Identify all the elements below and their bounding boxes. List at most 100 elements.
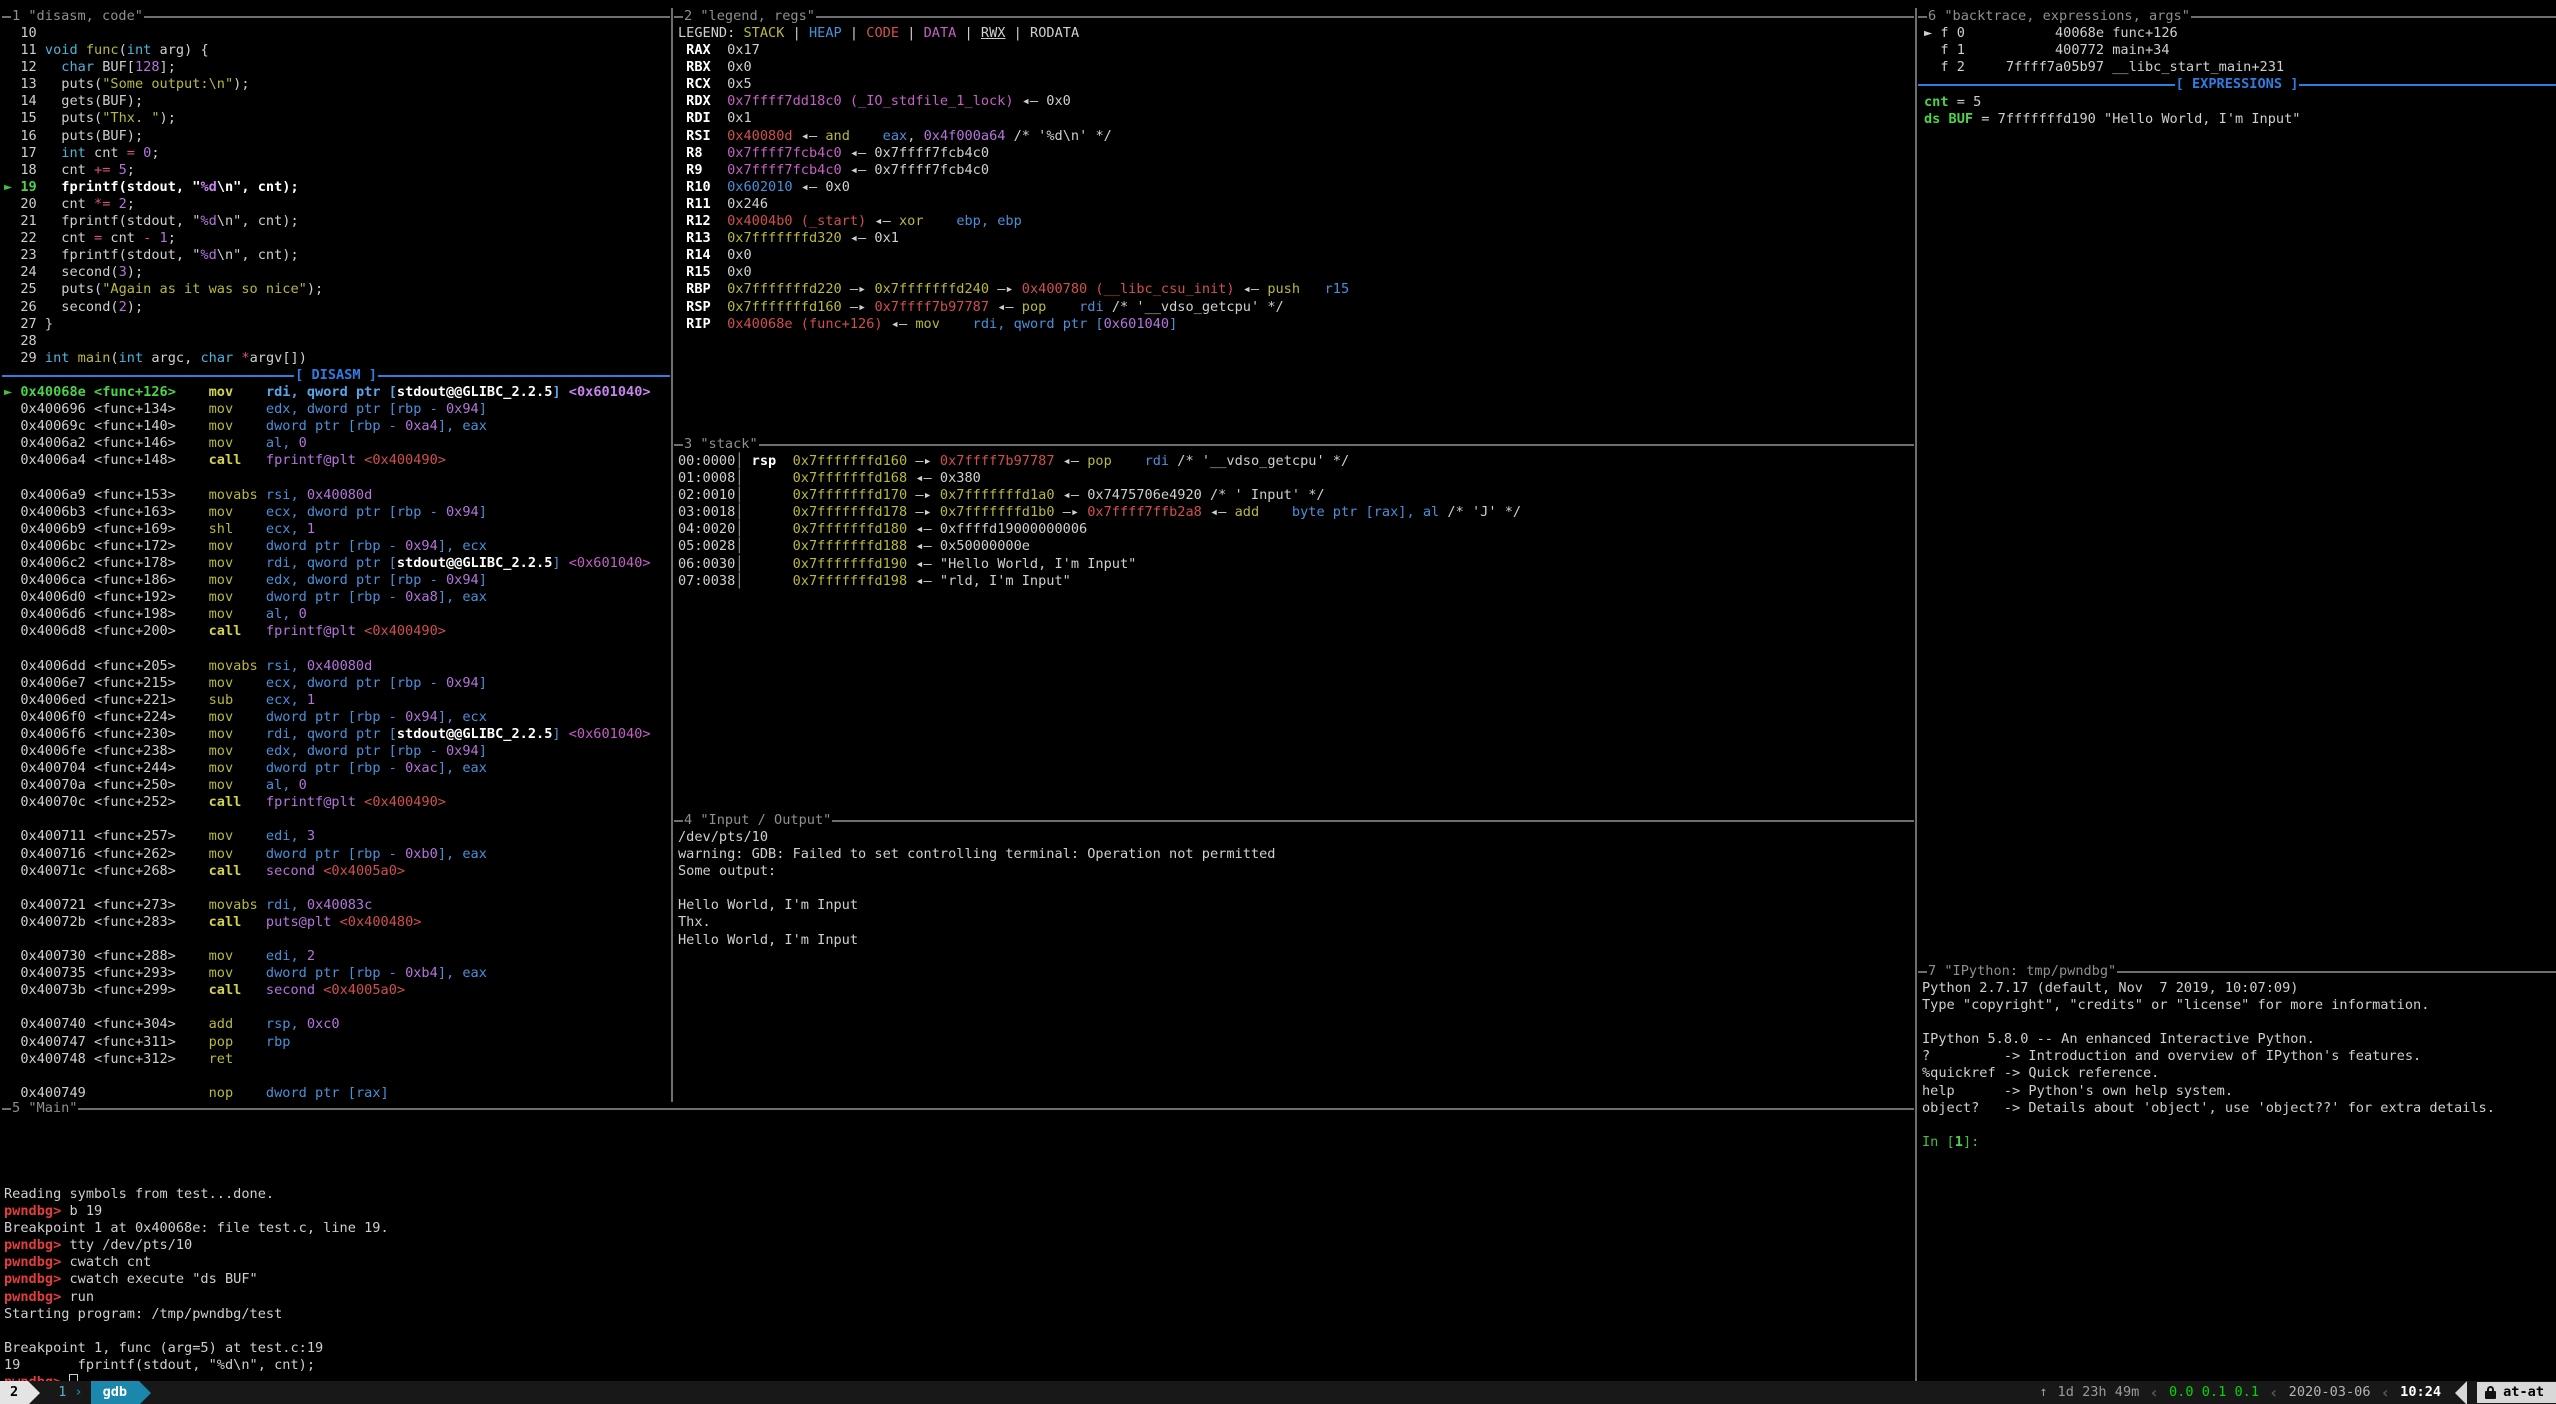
powerline-arrow-icon (2455, 1381, 2467, 1404)
terminal-row: 13 puts("Some output:\n"); (4, 76, 323, 93)
pane-disasm-code[interactable]: 1 "disasm, code" 10 11 void func(int arg… (0, 0, 672, 1100)
terminal-row: pwndbg> cwatch cnt (4, 1254, 389, 1271)
terminal-row: 0x4006d6 <func+198> mov al, 0 (4, 606, 651, 623)
terminal-row: R14 0x0 (678, 247, 1349, 264)
border-stub (1918, 16, 1927, 18)
separator-label: [ DISASM ] (294, 367, 378, 384)
separator-chevron-icon: ‹ (2381, 1384, 2391, 1401)
border-rule (144, 16, 670, 18)
terminal-row: LEGEND: STACK | HEAP | CODE | DATA | RWX… (678, 25, 1349, 42)
terminal-row: 0x400711 <func+257> mov edi, 3 (4, 828, 651, 845)
separator-rule (2299, 84, 2556, 86)
terminal-row: R12 0x4004b0 (_start) ◂— xor ebp, ebp (678, 213, 1349, 230)
terminal-row: ► 0x40068e <func+126> mov rdi, qword ptr… (4, 384, 651, 401)
pane-ipython[interactable]: 7 "IPython: tmp/pwndbg" Python 2.7.17 (d… (1916, 963, 2556, 1381)
border-rule (78, 1108, 1914, 1110)
pane-header-main: 5 "Main" (2, 1100, 1914, 1117)
terminal-row: RIP 0x40068e (func+126) ◂— mov rdi, qwor… (678, 316, 1349, 333)
pane-header-stack: 3 "stack" (674, 436, 1914, 453)
separator-rule (2, 375, 294, 377)
separator-expressions: [ EXPRESSIONS ] (1918, 76, 2556, 93)
powerline-arrow-icon (28, 1381, 40, 1404)
terminal-row: Some output: (678, 863, 1275, 880)
terminal-row: 16 puts(BUF); (4, 128, 323, 145)
pane-divider-right[interactable] (1915, 8, 1917, 1381)
terminal-row: 0x40070a <func+250> mov al, 0 (4, 777, 651, 794)
border-stub (674, 444, 683, 446)
terminal-row: 05:0028│ 0x7fffffffd188 ◂— 0x50000000e (678, 538, 1521, 555)
terminal-row (1922, 1117, 2495, 1134)
io-listing: /dev/pts/10warning: GDB: Failed to set c… (678, 829, 1275, 949)
terminal-row: ? -> Introduction and overview of IPytho… (1922, 1048, 2495, 1065)
pane-legend-regs[interactable]: 2 "legend, regs" LEGEND: STACK | HEAP | … (672, 0, 1916, 436)
terminal-row: 0x400735 <func+293> mov dword ptr [rbp -… (4, 965, 651, 982)
terminal-row: f 2 7ffff7a05b97 __libc_start_main+231 (1924, 59, 2284, 76)
terminal-row: R10 0x602010 ◂— 0x0 (678, 179, 1349, 196)
terminal-row: 0x4006d0 <func+192> mov dword ptr [rbp -… (4, 589, 651, 606)
terminal-row: Breakpoint 1, func (arg=5) at test.c:19 (4, 1340, 389, 1357)
terminal-row: f 1 400772 main+34 (1924, 42, 2284, 59)
session-badge[interactable]: 2 (0, 1381, 28, 1404)
terminal-row: R15 0x0 (678, 264, 1349, 281)
terminal-row: 11 void func(int arg) { (4, 42, 323, 59)
terminal-row: RBP 0x7fffffffd220 —▸ 0x7fffffffd240 —▸ … (678, 281, 1349, 298)
status-left: 2 1 › gdb (0, 1381, 2039, 1404)
terminal-row: 23 fprintf(stdout, "%d\n", cnt); (4, 247, 323, 264)
terminal-row: pwndbg> b 19 (4, 1203, 389, 1220)
terminal-row: 0x4006a9 <func+153> movabs rsi, 0x40080d (4, 487, 651, 504)
border-rule (2117, 971, 2556, 973)
window-index[interactable]: 1 (50, 1381, 74, 1404)
powerline-arrow-icon (139, 1381, 151, 1404)
terminal-row: 26 second(2); (4, 299, 323, 316)
terminal-row: R11 0x246 (678, 196, 1349, 213)
border-rule (816, 16, 1914, 18)
pane-input-output[interactable]: 4 "Input / Output" /dev/pts/10warning: G… (672, 812, 1916, 1100)
terminal-row: 27 } (4, 316, 323, 333)
status-right: ↑ 1d 23h 49m ‹ 0.0 0.1 0.1 ‹ 2020-03-06 … (2039, 1381, 2556, 1404)
registers-listing: LEGEND: STACK | HEAP | CODE | DATA | RWX… (678, 25, 1349, 333)
separator-rule (378, 375, 670, 377)
window-tab-gdb[interactable]: gdb (91, 1381, 140, 1404)
backtrace-listing: ► f 0 40068e func+126 f 1 400772 main+34… (1924, 25, 2284, 76)
terminal-row: 0x4006fe <func+238> mov edx, dword ptr [… (4, 743, 651, 760)
separator-disasm: [ DISASM ] (2, 367, 670, 384)
terminal-row: 0x40072b <func+283> call puts@plt <0x400… (4, 914, 651, 931)
terminal-row: 25 puts("Again as it was so nice"); (4, 281, 323, 298)
terminal-row: 0x4006e7 <func+215> mov ecx, dword ptr [… (4, 675, 651, 692)
terminal-row: RCX 0x5 (678, 76, 1349, 93)
terminal-row (4, 1323, 389, 1340)
terminal-row: RSI 0x40080d ◂— and eax, 0x4f000a64 /* '… (678, 128, 1349, 145)
tmux-status-bar: 2 1 › gdb ↑ 1d 23h 49m ‹ 0.0 0.1 0.1 ‹ 2… (0, 1381, 2556, 1404)
stack-listing: 00:0000│ rsp 0x7fffffffd160 —▸ 0x7ffff7b… (678, 453, 1521, 590)
terminal-row: 00:0000│ rsp 0x7fffffffd160 —▸ 0x7ffff7b… (678, 453, 1521, 470)
terminal-row: 0x400748 <func+312> ret (4, 1051, 651, 1068)
terminal-row: Python 2.7.17 (default, Nov 7 2019, 10:0… (1922, 980, 2495, 997)
terminal-row: 0x40070c <func+252> call fprintf@plt <0x… (4, 794, 651, 811)
terminal-row: 0x4006c2 <func+178> mov rdi, qword ptr [… (4, 555, 651, 572)
terminal-row: R13 0x7fffffffd320 ◂— 0x1 (678, 230, 1349, 247)
terminal-row: RDX 0x7ffff7dd18c0 (_IO_stdfile_1_lock) … (678, 93, 1349, 110)
terminal-row: %quickref -> Quick reference. (1922, 1065, 2495, 1082)
pane-header-label: 5 "Main" (11, 1100, 78, 1117)
terminal-row (4, 931, 651, 948)
pane-header-disasm-code: 1 "disasm, code" (2, 8, 670, 25)
pane-header-label: 7 "IPython: tmp/pwndbg" (1927, 963, 2117, 980)
terminal-row: 24 second(3); (4, 264, 323, 281)
pane-backtrace[interactable]: 6 "backtrace, expressions, args" ► f 0 4… (1916, 0, 2556, 963)
pane-header-legend-regs: 2 "legend, regs" (674, 8, 1914, 25)
terminal-row: 18 cnt += 5; (4, 162, 323, 179)
lock-icon (2485, 1386, 2496, 1399)
pane-main[interactable]: 5 "Main" Reading symbols from test...don… (0, 1100, 1916, 1381)
pane-divider-left[interactable] (671, 8, 673, 1102)
terminal-row (1922, 1014, 2495, 1031)
pane-stack[interactable]: 3 "stack" 00:0000│ rsp 0x7fffffffd160 —▸… (672, 436, 1916, 812)
border-rule (832, 820, 1914, 822)
terminal-row: Thx. (678, 914, 1275, 931)
uptime-value: 1d 23h 49m (2058, 1384, 2140, 1401)
terminal-row: help -> Python's own help system. (1922, 1083, 2495, 1100)
pane-header-label: 6 "backtrace, expressions, args" (1927, 8, 2191, 25)
terminal-row (4, 811, 651, 828)
border-rule (2191, 16, 2556, 18)
terminal-row (678, 880, 1275, 897)
terminal-row: Hello World, I'm Input (678, 932, 1275, 949)
